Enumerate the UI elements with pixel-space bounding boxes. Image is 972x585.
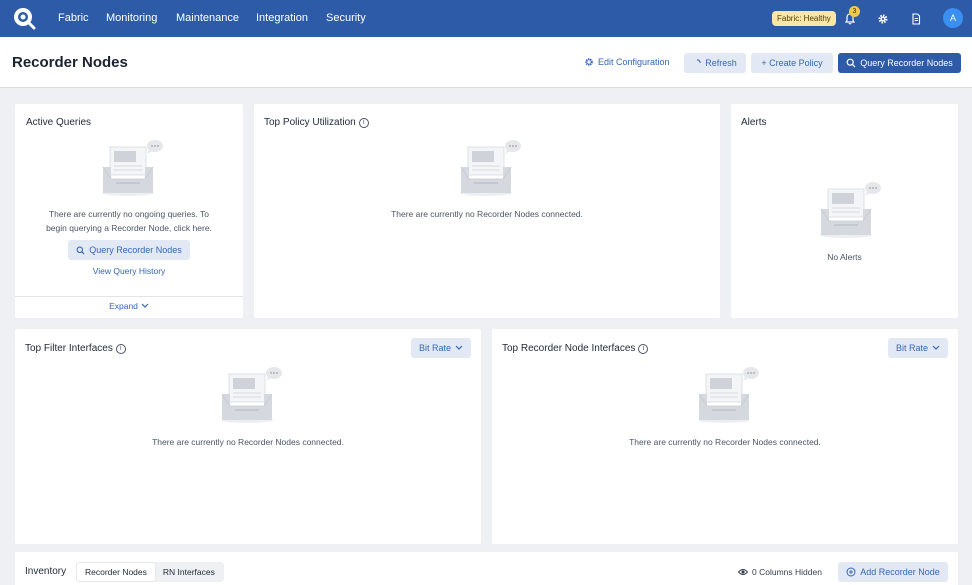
top-filter-title-text: Top Filter Interfaces — [25, 343, 113, 354]
add-recorder-node-button[interactable]: Add Recorder Node — [838, 562, 948, 582]
nav-maintenance[interactable]: Maintenance — [176, 0, 239, 37]
chevron-down-icon — [932, 345, 940, 350]
inventory-title: Inventory — [25, 566, 67, 577]
alerts-empty-text: No Alerts — [827, 252, 862, 262]
gear-icon — [585, 58, 593, 66]
spinner-icon — [697, 59, 701, 64]
expand-toggle[interactable]: Expand — [15, 301, 243, 311]
nav-security[interactable]: Security — [326, 0, 366, 37]
bit-rate-label: Bit Rate — [418, 343, 451, 353]
notification-count-badge: 3 — [849, 6, 860, 17]
edit-configuration-link[interactable]: Edit Configuration — [584, 57, 670, 67]
top-policy-title-text: Top Policy Utilization — [264, 117, 356, 128]
empty-inbox-icon — [459, 139, 521, 197]
bit-rate-label: Bit Rate — [895, 343, 928, 353]
info-icon[interactable]: i — [358, 117, 369, 128]
tab-rn-interfaces[interactable]: RN Interfaces — [155, 563, 223, 581]
top-filter-empty-text: There are currently no Recorder Nodes co… — [152, 437, 344, 447]
top-rn-title-text: Top Recorder Node Interfaces — [502, 343, 636, 354]
card-query-recorder-nodes-button[interactable]: Query Recorder Nodes — [68, 240, 190, 260]
active-queries-empty-text: There are currently no ongoing queries. … — [15, 207, 243, 235]
active-queries-title-text: Active Queries — [26, 117, 92, 128]
info-icon[interactable]: i — [638, 343, 649, 354]
columns-hidden-toggle[interactable]: 0 Columns Hidden — [738, 567, 822, 577]
bit-rate-dropdown[interactable]: Bit Rate — [888, 338, 948, 358]
empty-inbox-icon — [697, 366, 759, 424]
page-header: Recorder Nodes Edit Configuration Refres… — [0, 37, 972, 88]
add-recorder-node-label: Add Recorder Node — [860, 567, 940, 577]
refresh-button[interactable]: Refresh — [684, 53, 746, 73]
tab-recorder-nodes[interactable]: Recorder Nodes — [77, 563, 155, 581]
fabric-health-badge[interactable]: Fabric: Healthy — [772, 11, 836, 26]
search-icon — [76, 246, 85, 255]
top-filter-interfaces-card: Top Filter Interfaces i Bit Rate There a… — [15, 329, 481, 544]
active-queries-card: Active Queries There are currently no on… — [15, 104, 243, 318]
expand-label: Expand — [109, 301, 138, 311]
user-avatar[interactable]: A — [943, 8, 963, 28]
empty-inbox-icon — [101, 139, 163, 197]
chevron-down-icon — [455, 345, 463, 350]
empty-inbox-icon — [819, 181, 881, 239]
top-policy-empty-text: There are currently no Recorder Nodes co… — [391, 209, 583, 219]
top-rn-empty-text: There are currently no Recorder Nodes co… — [629, 437, 821, 447]
inventory-panel: Inventory Recorder Nodes RN Interfaces 0… — [15, 552, 958, 585]
top-filter-title: Top Filter Interfaces i — [25, 343, 126, 354]
search-icon — [846, 58, 856, 68]
inventory-tabs: Recorder Nodes RN Interfaces — [76, 562, 224, 582]
refresh-label: Refresh — [705, 58, 737, 68]
plus-circle-icon — [846, 567, 856, 577]
gear-icon — [878, 14, 887, 23]
nav-fabric[interactable]: Fabric — [58, 0, 89, 37]
settings-button[interactable] — [873, 9, 892, 28]
query-recorder-nodes-button[interactable]: Query Recorder Nodes — [838, 53, 961, 73]
alerts-title: Alerts — [741, 117, 767, 128]
top-policy-utilization-card: Top Policy Utilization i There are curre… — [254, 104, 720, 318]
top-recorder-node-interfaces-card: Top Recorder Node Interfaces i Bit Rate … — [492, 329, 958, 544]
create-policy-button[interactable]: + Create Policy — [751, 53, 833, 73]
empty-text-line1: There are currently no ongoing queries. … — [48, 209, 210, 219]
alerts-card: Alerts No Alerts — [731, 104, 958, 318]
bit-rate-dropdown[interactable]: Bit Rate — [411, 338, 471, 358]
view-query-history-link[interactable]: View Query History — [15, 266, 243, 276]
documentation-button[interactable] — [906, 9, 925, 28]
card-divider — [15, 296, 243, 297]
query-recorder-nodes-label: Query Recorder Nodes — [860, 58, 953, 68]
app-logo-icon[interactable] — [12, 6, 36, 30]
columns-hidden-label: 0 Columns Hidden — [752, 567, 822, 577]
edit-configuration-label: Edit Configuration — [598, 57, 670, 67]
info-icon[interactable]: i — [115, 343, 126, 354]
nav-monitoring[interactable]: Monitoring — [106, 0, 157, 37]
card-query-label: Query Recorder Nodes — [89, 245, 182, 255]
empty-text-line2: begin querying a Recorder Node, click he… — [46, 223, 212, 233]
nav-integration[interactable]: Integration — [256, 0, 308, 37]
empty-inbox-icon — [220, 366, 282, 424]
top-policy-title: Top Policy Utilization i — [264, 117, 369, 128]
top-rn-title: Top Recorder Node Interfaces i — [502, 343, 649, 354]
document-icon — [911, 12, 920, 25]
active-queries-title: Active Queries — [26, 117, 91, 128]
top-navbar: Fabric Monitoring Maintenance Integratio… — [0, 0, 972, 37]
page-title: Recorder Nodes — [12, 54, 128, 71]
eye-icon — [738, 569, 748, 575]
alerts-title-text: Alerts — [741, 117, 767, 128]
chevron-down-icon — [141, 303, 149, 308]
